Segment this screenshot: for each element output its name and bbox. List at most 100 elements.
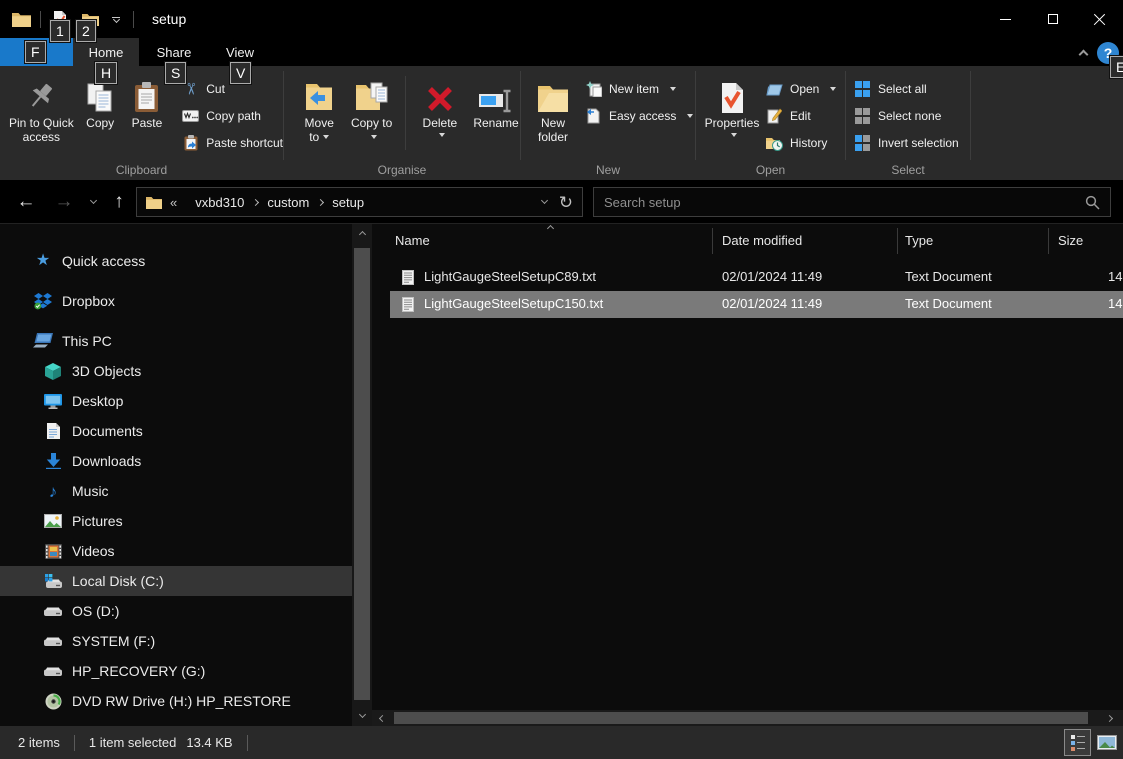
scrollbar-thumb[interactable] [354, 248, 370, 700]
select-none-icon [854, 108, 871, 124]
collapse-ribbon-button[interactable] [1072, 46, 1094, 62]
sidebar-item-3d-objects[interactable]: 3D Objects [0, 356, 352, 386]
edit-button[interactable]: Edit [766, 103, 836, 129]
file-name: LightGaugeSteelSetupC150.txt [424, 296, 603, 311]
file-row-c150-selected[interactable]: LightGaugeSteelSetupC150.txt 02/01/2024 … [390, 291, 1123, 318]
open-button[interactable]: Open [766, 76, 836, 102]
properties-button[interactable]: Properties [702, 72, 762, 160]
sidebar-item-downloads[interactable]: Downloads [0, 446, 352, 476]
sidebar-item-quick-access[interactable]: ★ Quick access [0, 246, 352, 276]
sidebar-item-pictures[interactable]: Pictures [0, 506, 352, 536]
close-button[interactable] [1076, 0, 1123, 38]
copy-to-button[interactable]: Copy to [350, 72, 392, 160]
column-divider[interactable] [1048, 228, 1049, 254]
file-type: Text Document [905, 296, 992, 311]
copy-to-label: Copy to [351, 116, 392, 130]
sidebar-item-label: Quick access [62, 253, 145, 269]
dropdown-arrow-icon [439, 133, 445, 137]
sidebar-item-desktop[interactable]: Desktop [0, 386, 352, 416]
sidebar-item-this-pc[interactable]: This PC [0, 326, 352, 356]
title-bar: setup [0, 0, 1123, 38]
dropbox-icon [33, 293, 53, 310]
recent-locations-dropdown[interactable] [84, 187, 102, 217]
select-none-label: Select none [878, 109, 941, 123]
sidebar-item-local-disk-c[interactable]: Local Disk (C:) [0, 566, 352, 596]
new-item-button[interactable]: New item [585, 76, 693, 102]
sidebar-item-hp-recovery-g[interactable]: HP_RECOVERY (G:) [0, 656, 352, 686]
copy-to-icon [355, 72, 389, 116]
sidebar-item-dropbox[interactable]: Dropbox [0, 286, 352, 316]
column-header-size[interactable]: Size [1058, 233, 1083, 248]
rename-button[interactable]: Rename [472, 72, 520, 160]
select-all-button[interactable]: Select all [854, 76, 959, 102]
column-header-type[interactable]: Type [905, 233, 933, 248]
column-header-date-modified[interactable]: Date modified [722, 233, 802, 248]
column-header-name[interactable]: Name [395, 233, 430, 248]
copy-button[interactable]: Copy [81, 72, 120, 160]
paste-button[interactable]: Paste [126, 72, 169, 160]
sidebar-item-music[interactable]: ♪ Music [0, 476, 352, 506]
status-divider [247, 735, 248, 751]
sidebar-item-system-f[interactable]: SYSTEM (F:) [0, 626, 352, 656]
up-button[interactable]: ↑ [104, 187, 134, 217]
easy-access-button[interactable]: Easy access [585, 103, 693, 129]
horizontal-scrollbar[interactable] [372, 710, 1123, 726]
forward-button[interactable]: → [48, 187, 80, 217]
qat-customize-dropdown[interactable] [107, 17, 125, 22]
thumbnails-view-button[interactable] [1093, 729, 1120, 756]
pin-to-quick-access-button[interactable]: Pin to Quick access [8, 72, 75, 160]
paste-shortcut-icon [182, 135, 199, 151]
column-divider[interactable] [712, 228, 713, 254]
column-divider[interactable] [897, 228, 898, 254]
scroll-right-button[interactable] [1099, 710, 1119, 726]
delete-icon [426, 72, 454, 116]
dropdown-arrow-icon [670, 87, 676, 91]
sidebar-item-videos[interactable]: Videos [0, 536, 352, 566]
file-row-c89[interactable]: LightGaugeSteelSetupC89.txt 02/01/2024 1… [390, 264, 1123, 291]
copy-path-button[interactable]: Copy path [182, 103, 283, 129]
breadcrumb-overflow[interactable]: « [170, 195, 177, 210]
search-icon[interactable] [1085, 195, 1100, 210]
chevron-right-icon[interactable] [252, 198, 259, 205]
scroll-left-button[interactable] [372, 710, 392, 726]
move-to-button[interactable]: Move to [298, 72, 340, 160]
refresh-icon[interactable]: ↻ [559, 194, 573, 211]
scrollbar-thumb[interactable] [394, 712, 1088, 724]
maximize-button[interactable] [1029, 0, 1076, 38]
chevron-right-icon [1105, 714, 1112, 721]
new-item-icon [585, 81, 602, 97]
address-bar[interactable]: « vxbd310 custom setup ↻ [136, 187, 583, 217]
drive-icon [43, 605, 63, 617]
breadcrumb-custom[interactable]: custom [267, 195, 309, 210]
ribbon-separator [970, 71, 971, 160]
delete-button[interactable]: Delete [418, 72, 462, 160]
invert-selection-icon [854, 135, 871, 151]
search-box[interactable] [593, 187, 1111, 217]
sidebar-item-documents[interactable]: Documents [0, 416, 352, 446]
sidebar-scrollbar[interactable] [352, 224, 372, 726]
properties-icon [720, 72, 744, 116]
toolbar-divider [40, 11, 41, 28]
sidebar-item-dvd-drive-h[interactable]: DVD RW Drive (H:) HP_RESTORE [0, 686, 352, 716]
sidebar-item-os-d[interactable]: OS (D:) [0, 596, 352, 626]
paste-shortcut-button[interactable]: Paste shortcut [182, 130, 283, 156]
breadcrumb-vxbd310[interactable]: vxbd310 [195, 195, 244, 210]
breadcrumb-setup[interactable]: setup [332, 195, 364, 210]
minimize-button[interactable] [982, 0, 1029, 38]
scroll-up-button[interactable] [352, 224, 372, 244]
search-input[interactable] [604, 195, 1085, 210]
back-button[interactable]: ← [10, 187, 42, 217]
details-view-button[interactable] [1064, 729, 1091, 756]
address-dropdown-chevron-icon[interactable] [541, 197, 548, 204]
history-button[interactable]: History [766, 130, 836, 156]
copy-path-label: Copy path [206, 109, 261, 123]
sidebar-item-label: HP_RECOVERY (G:) [72, 663, 205, 679]
main-area: ★ Quick access Dropbox This PC 3D Objec [0, 224, 1123, 726]
sidebar-item-label: Local Disk (C:) [72, 573, 164, 589]
new-folder-button[interactable]: New folder [529, 72, 577, 160]
move-to-icon [303, 72, 335, 116]
invert-selection-button[interactable]: Invert selection [854, 130, 959, 156]
chevron-right-icon[interactable] [317, 198, 324, 205]
select-none-button[interactable]: Select none [854, 103, 959, 129]
scroll-down-button[interactable] [352, 706, 372, 726]
